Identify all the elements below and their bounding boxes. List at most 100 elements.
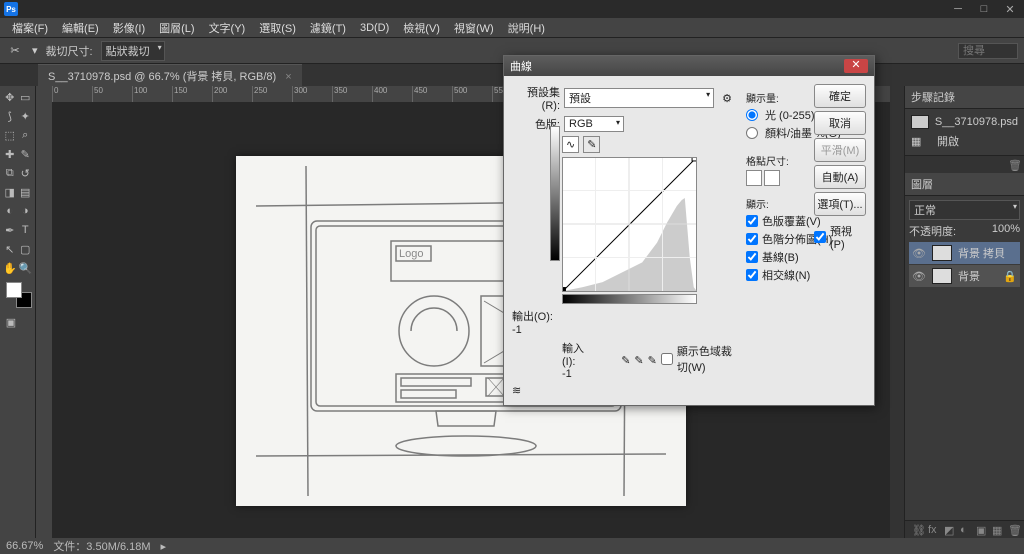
move-tool[interactable]: ✥	[3, 89, 17, 105]
light-radio[interactable]	[746, 109, 758, 121]
black-point-eyedropper-icon[interactable]: ✎	[621, 354, 630, 367]
menu-window[interactable]: 視窗(W)	[448, 18, 500, 38]
tab-close-icon[interactable]: ×	[285, 71, 291, 83]
adjustment-icon[interactable]: ◐	[960, 524, 972, 536]
menu-help[interactable]: 說明(H)	[502, 18, 551, 38]
shape-tool[interactable]: ▢	[19, 241, 33, 257]
ruler-vertical[interactable]	[36, 102, 52, 538]
hand-tool[interactable]: ✋	[3, 260, 17, 276]
menu-3d[interactable]: 3D(D)	[354, 20, 395, 36]
curves-dialog: 曲線 ✕ 預設集(R): 預設 ⚙ 色版: RGB ∿ ✎	[503, 55, 875, 406]
mask-icon[interactable]: ◩	[944, 524, 956, 536]
layer-name: 背景 拷貝	[958, 245, 1005, 261]
marquee-tool[interactable]: ▭	[19, 89, 33, 105]
history-panel-header[interactable]: 步驟記錄	[905, 86, 1024, 109]
crop-size-label: 裁切尺寸:	[46, 43, 93, 59]
color-swatch[interactable]	[6, 282, 32, 308]
history-step[interactable]: ▦開啟	[909, 131, 1020, 151]
crop-preset-dropdown[interactable]: 點狀裁切	[101, 41, 165, 61]
menu-edit[interactable]: 編輯(E)	[56, 18, 105, 38]
show-clipping-checkbox[interactable]	[661, 353, 673, 365]
curve-point-tool-icon[interactable]: ∿	[562, 136, 579, 153]
trash-icon[interactable]: 🗑	[1008, 159, 1020, 171]
close-button[interactable]: ✕	[1000, 3, 1020, 15]
pen-tool[interactable]: ✒	[3, 222, 17, 238]
history-source[interactable]: S__3710978.psd	[909, 113, 1020, 131]
zoom-tool[interactable]: 🔍	[19, 260, 33, 276]
trash-icon[interactable]: 🗑	[1008, 524, 1020, 536]
histogram-checkbox[interactable]	[746, 233, 758, 245]
menu-file[interactable]: 檔案(F)	[6, 18, 54, 38]
brush-tool[interactable]: ✎	[19, 146, 33, 162]
ok-button[interactable]: 確定	[814, 84, 866, 108]
options-button[interactable]: 選項(T)...	[814, 192, 866, 216]
auto-button[interactable]: 自動(A)	[814, 165, 866, 189]
visibility-icon[interactable]: 👁	[912, 270, 926, 283]
heal-tool[interactable]: ✚	[3, 146, 17, 162]
lasso-tool[interactable]: ⟆	[3, 108, 17, 124]
baseline-checkbox[interactable]	[746, 251, 758, 263]
maximize-button[interactable]: □	[974, 3, 994, 15]
wand-tool[interactable]: ✦	[19, 108, 33, 124]
link-icon[interactable]: ⛓	[912, 524, 924, 536]
white-point-eyedropper-icon[interactable]: ✎	[648, 354, 657, 367]
zoom-level[interactable]: 66.67%	[6, 540, 43, 552]
quickmask-toggle[interactable]: ▣	[3, 314, 19, 330]
grid-small-icon[interactable]	[746, 170, 762, 186]
cancel-button[interactable]: 取消	[814, 111, 866, 135]
intersection-checkbox[interactable]	[746, 269, 758, 281]
stamp-tool[interactable]: ⧉	[3, 165, 17, 181]
layer-item[interactable]: 👁 背景 拷貝	[909, 242, 1020, 264]
eraser-tool[interactable]: ◨	[3, 184, 17, 200]
preview-checkbox[interactable]	[814, 231, 826, 243]
dodge-tool[interactable]: ◑	[19, 203, 33, 219]
fx-icon[interactable]: fx	[928, 524, 940, 536]
doc-size[interactable]: 文件：3.50M/6.18M	[53, 538, 150, 554]
menu-type[interactable]: 文字(Y)	[203, 18, 252, 38]
channel-overlay-checkbox[interactable]	[746, 215, 758, 227]
right-panels: 步驟記錄 S__3710978.psd ▦開啟 🗑 圖層 正常 不透明度: 10…	[904, 86, 1024, 538]
gradient-tool[interactable]: ▤	[19, 184, 33, 200]
curves-graph[interactable]	[562, 157, 697, 292]
minimize-button[interactable]: ─	[948, 3, 968, 15]
toolbox: ✥▭ ⟆✦ ⬚⌕ ✚✎ ⧉↺ ◨▤ ◐◑ ✒T ↖▢ ✋🔍 ▣	[0, 86, 36, 538]
grid-large-icon[interactable]	[764, 170, 780, 186]
input-label: 輸入(I):	[562, 343, 584, 368]
folder-icon[interactable]: ▣	[976, 524, 988, 536]
type-tool[interactable]: T	[19, 222, 33, 238]
menu-view[interactable]: 檢視(V)	[397, 18, 446, 38]
crop-tool[interactable]: ⬚	[3, 127, 17, 143]
layers-panel-header[interactable]: 圖層	[905, 173, 1024, 196]
layer-item[interactable]: 👁 背景 🔒	[909, 265, 1020, 287]
menu-layer[interactable]: 圖層(L)	[153, 18, 200, 38]
path-tool[interactable]: ↖	[3, 241, 17, 257]
channel-dropdown[interactable]: RGB	[564, 116, 624, 132]
dialog-titlebar[interactable]: 曲線 ✕	[504, 56, 874, 76]
right-dock-strip[interactable]	[890, 86, 904, 538]
layer-thumbnail	[932, 268, 952, 284]
layer-thumbnail	[932, 245, 952, 261]
smooth-button[interactable]: 平滑(M)	[814, 138, 866, 162]
history-brush-tool[interactable]: ↺	[19, 165, 33, 181]
menu-image[interactable]: 影像(I)	[107, 18, 151, 38]
pencil-tool-icon[interactable]: ✎	[583, 136, 600, 153]
document-tab[interactable]: S__3710978.psd @ 66.7% (背景 拷貝, RGB/8) ×	[38, 64, 302, 87]
dialog-close-button[interactable]: ✕	[844, 59, 868, 73]
opacity-label: 不透明度:	[909, 223, 956, 239]
menu-filter[interactable]: 濾鏡(T)	[304, 18, 352, 38]
blur-tool[interactable]: ◐	[3, 203, 17, 219]
menu-select[interactable]: 選取(S)	[253, 18, 302, 38]
gray-point-eyedropper-icon[interactable]: ✎	[634, 354, 643, 367]
preset-dropdown[interactable]: 預設	[564, 88, 714, 108]
eyedropper-tool[interactable]: ⌕	[19, 127, 33, 143]
search-input[interactable]	[958, 43, 1018, 59]
pigment-radio[interactable]	[746, 127, 758, 139]
opacity-value[interactable]: 100%	[992, 223, 1020, 239]
tab-label: S__3710978.psd @ 66.7% (背景 拷貝, RGB/8)	[48, 71, 276, 83]
ruler-origin[interactable]	[36, 86, 52, 102]
preset-menu-icon[interactable]: ⚙	[718, 92, 736, 105]
new-layer-icon[interactable]: ▦	[992, 524, 1004, 536]
visibility-icon[interactable]: 👁	[912, 247, 926, 260]
curve-options-icon[interactable]: ≋	[512, 384, 521, 397]
blend-mode-dropdown[interactable]: 正常	[909, 200, 1020, 220]
